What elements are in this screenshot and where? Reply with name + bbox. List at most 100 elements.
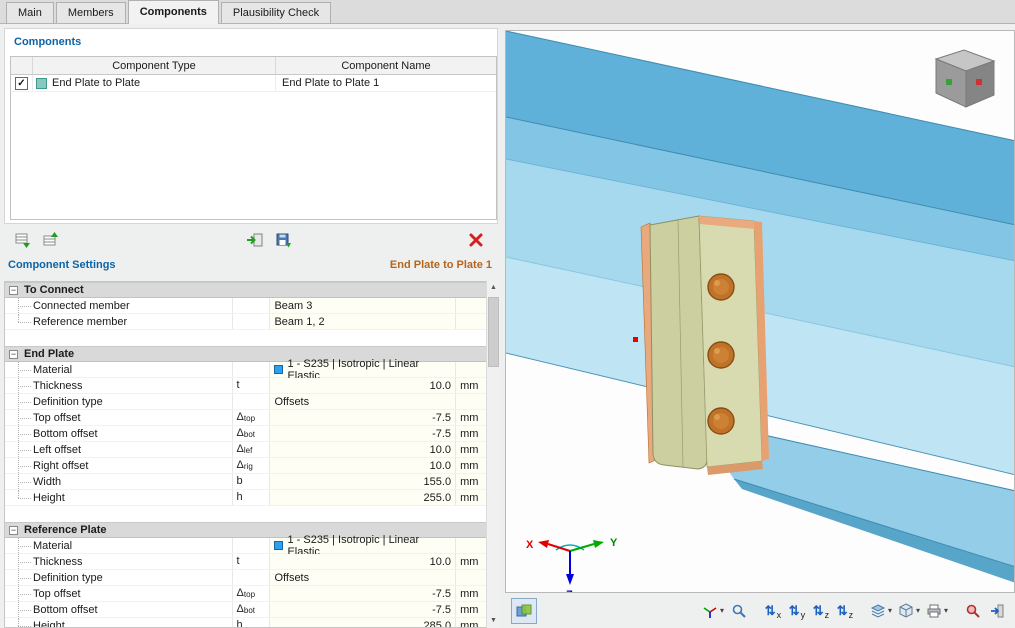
print-dropdown[interactable]: ▾	[923, 598, 951, 624]
setting-label: Material	[33, 538, 233, 553]
tab-members[interactable]: Members	[56, 2, 126, 23]
setting-label: Bottom offset	[33, 602, 233, 617]
components-toolbar	[4, 226, 498, 254]
setting-symbol: b	[233, 474, 271, 489]
setting-row: Right offsetΔrig10.0mm	[5, 458, 486, 474]
setting-unit: mm	[456, 474, 486, 489]
component-type-column-header: Component Type	[33, 57, 276, 74]
setting-value[interactable]: -7.5	[270, 410, 456, 425]
zoom-window-button[interactable]	[727, 598, 751, 624]
collapse-icon[interactable]: −	[9, 526, 18, 535]
setting-row: Thicknesst10.0mm	[5, 554, 486, 570]
setting-value[interactable]: -7.5	[270, 426, 456, 441]
exit-button[interactable]	[985, 598, 1009, 624]
visibility-dropdown[interactable]: ▾	[867, 598, 895, 624]
tab-bar: MainMembersComponentsPlausibility Check	[0, 0, 1015, 24]
setting-symbol: Δtop	[233, 586, 271, 601]
settings-scrollbar[interactable]: ▲ ▼	[486, 281, 500, 628]
tab-main[interactable]: Main	[6, 2, 54, 23]
view-y-button[interactable]: ⇅y	[785, 598, 809, 624]
tab-components[interactable]: Components	[128, 0, 219, 24]
components-panel-title: Components	[14, 36, 81, 48]
setting-row: Material 1 - S235 | Isotropic | Linear El…	[5, 538, 486, 554]
setting-row: Connected member Beam 3	[5, 298, 486, 314]
updown-arrow-icon: ⇅	[765, 604, 776, 617]
coordinate-system-dropdown[interactable]: ▾	[699, 598, 727, 624]
setting-symbol	[233, 362, 271, 377]
collapse-icon[interactable]: −	[9, 286, 18, 295]
setting-symbol: Δbot	[233, 426, 271, 441]
find-button[interactable]	[961, 598, 985, 624]
setting-value[interactable]: 10.0	[270, 378, 456, 393]
setting-row: Left offsetΔlef10.0mm	[5, 442, 486, 458]
setting-unit	[456, 394, 486, 409]
setting-value[interactable]: 285.0	[270, 618, 456, 628]
component-settings-title: Component Settings	[8, 259, 116, 271]
clipping-box-dropdown[interactable]: ▾	[895, 598, 923, 624]
view-button-group: ▾⇅x⇅y⇅z⇅z▾▾▾	[699, 598, 1009, 624]
setting-value[interactable]: -7.5	[270, 602, 456, 617]
y-axis-label: Y	[610, 537, 618, 549]
setting-unit: mm	[456, 378, 486, 393]
scroll-thumb[interactable]	[488, 297, 499, 367]
setting-label: Reference member	[33, 314, 233, 329]
x-axis-label: X	[526, 539, 534, 551]
setting-label: Left offset	[33, 442, 233, 457]
setting-value[interactable]: Offsets	[270, 394, 456, 409]
setting-unit	[456, 570, 486, 585]
setting-unit: mm	[456, 426, 486, 441]
node-marker[interactable]	[633, 337, 638, 342]
new-component-button[interactable]	[10, 227, 35, 252]
component-row[interactable]: ✓End Plate to PlateEnd Plate to Plate 1	[11, 75, 496, 92]
setting-label: Top offset	[33, 586, 233, 601]
setting-value[interactable]: 1 - S235 | Isotropic | Linear Elastic	[270, 362, 456, 377]
3d-viewport[interactable]: X Y Z	[505, 30, 1015, 593]
setting-label: Connected member	[33, 298, 233, 313]
view-minus-z-button[interactable]: ⇅z	[833, 598, 857, 624]
insert-component-button[interactable]	[38, 227, 63, 252]
navigation-cube[interactable]	[924, 45, 1004, 115]
setting-label: Thickness	[33, 554, 233, 569]
setting-row: Definition typeOffsets	[5, 570, 486, 586]
setting-value[interactable]: 10.0	[270, 554, 456, 569]
settings-group-header[interactable]: −To Connect	[5, 282, 486, 298]
setting-unit: mm	[456, 442, 486, 457]
settings-grid: −To ConnectConnected member Beam 3 Referen…	[4, 281, 486, 628]
collapse-icon[interactable]: −	[9, 350, 18, 359]
scroll-up-button[interactable]: ▲	[487, 281, 500, 295]
import-from-library-button[interactable]	[242, 227, 267, 252]
setting-label: Width	[33, 474, 233, 489]
setting-value[interactable]: Beam 3	[270, 298, 456, 313]
view-x-button[interactable]: ⇅x	[761, 598, 785, 624]
material-color-icon	[274, 365, 283, 374]
setting-label: Height	[33, 618, 233, 628]
updown-arrow-icon: ⇅	[789, 604, 800, 617]
setting-value[interactable]: -7.5	[270, 586, 456, 601]
delete-all-components-button[interactable]	[463, 227, 488, 252]
model-view[interactable]	[506, 31, 1015, 593]
setting-unit: mm	[456, 586, 486, 601]
setting-label: Height	[33, 490, 233, 505]
view-z-button[interactable]: ⇅z	[809, 598, 833, 624]
component-checkbox[interactable]: ✓	[15, 77, 28, 90]
setting-value[interactable]: Beam 1, 2	[270, 314, 456, 329]
selected-component-label: End Plate to Plate 1	[390, 259, 492, 271]
end-plate-graphic[interactable]	[641, 216, 769, 475]
scroll-down-button[interactable]: ▼	[487, 614, 500, 628]
tab-plausibility-check[interactable]: Plausibility Check	[221, 2, 331, 23]
setting-symbol	[233, 538, 271, 553]
updown-arrow-icon: ⇅	[837, 604, 848, 617]
setting-unit: mm	[456, 602, 486, 617]
setting-row: Widthb155.0mm	[5, 474, 486, 490]
setting-row: Bottom offsetΔbot-7.5mm	[5, 426, 486, 442]
setting-value[interactable]: 255.0	[270, 490, 456, 505]
setting-value[interactable]: 10.0	[270, 458, 456, 473]
setting-value[interactable]: 1 - S235 | Isotropic | Linear Elastic	[270, 538, 456, 553]
setting-value[interactable]: 10.0	[270, 442, 456, 457]
cube-axis-marker-red	[976, 79, 982, 85]
render-mode-button[interactable]	[511, 598, 537, 624]
setting-value[interactable]: 155.0	[270, 474, 456, 489]
setting-label: Bottom offset	[33, 426, 233, 441]
setting-value[interactable]: Offsets	[270, 570, 456, 585]
save-to-library-button[interactable]	[270, 227, 295, 252]
